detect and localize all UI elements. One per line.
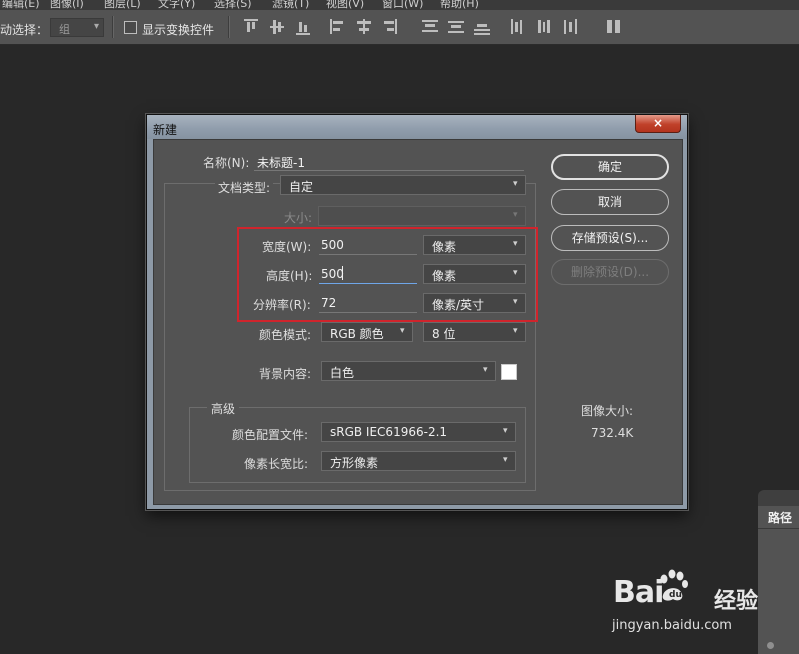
background-color-swatch[interactable]: [501, 364, 517, 380]
distribute-left-icon[interactable]: [510, 18, 526, 36]
auto-align-icon[interactable]: [606, 18, 622, 36]
menu-layer[interactable]: 图层(L): [104, 0, 141, 10]
auto-select-dropdown[interactable]: 组 ▾: [50, 18, 104, 37]
background-value: 白色: [330, 366, 355, 380]
bit-depth-value: 8 位: [432, 327, 456, 341]
chevron-down-icon: ▾: [503, 455, 508, 465]
preset-dropdown[interactable]: 自定 ▾: [280, 175, 526, 195]
dialog-titlebar[interactable]: 新建 ×: [147, 115, 687, 139]
watermark-url: jingyan.baidu.com: [612, 618, 732, 633]
chevron-down-icon: ▾: [513, 210, 518, 220]
name-label: 名称(N):: [203, 156, 250, 170]
chevron-down-icon: ▾: [513, 179, 518, 189]
name-field-underline: [254, 170, 524, 171]
svg-text:du: du: [669, 590, 682, 600]
pixel-aspect-dropdown[interactable]: 方形像素 ▾: [321, 451, 516, 471]
ok-button[interactable]: 确定: [551, 154, 669, 180]
highlight-box: [237, 227, 538, 322]
close-icon: ×: [652, 116, 664, 130]
align-vertical-center-icon[interactable]: [270, 18, 286, 36]
pixel-aspect-value: 方形像素: [330, 456, 379, 470]
color-mode-label: 颜色模式:: [259, 328, 312, 342]
menu-edit[interactable]: 编辑(E): [2, 0, 40, 10]
show-transform-checkbox[interactable]: [124, 21, 137, 34]
show-transform-label: 显示变换控件: [142, 23, 215, 37]
color-mode-dropdown[interactable]: RGB 颜色 ▾: [321, 322, 413, 342]
divider: [228, 16, 230, 38]
size-dropdown[interactable]: ▾: [318, 206, 526, 226]
baidu-jingyan-watermark: Bai du 经验 jingyan.baidu.com: [610, 563, 799, 653]
paths-tab[interactable]: 路径: [758, 506, 799, 528]
distribute-vertical-center-icon[interactable]: [448, 18, 464, 36]
distribute-top-icon[interactable]: [422, 18, 438, 36]
auto-select-value: 组: [59, 23, 70, 36]
color-profile-dropdown[interactable]: sRGB IEC61966-2.1 ▾: [321, 422, 516, 442]
paw-icon: du: [660, 569, 688, 601]
preset-label: 文档类型:: [215, 179, 274, 196]
advanced-label: 高级: [207, 400, 240, 417]
menu-bar: 编辑(E) 图像(I) 图层(L) 文字(Y) 选择(S) 滤镜(T) 视图(V…: [0, 0, 799, 10]
distribute-bottom-icon[interactable]: [474, 18, 490, 36]
align-right-icon[interactable]: [382, 18, 398, 36]
image-size-value: 732.4K: [591, 426, 634, 440]
menu-window[interactable]: 窗口(W): [382, 0, 423, 10]
align-bottom-icon[interactable]: [296, 18, 312, 36]
size-label: 大小:: [284, 211, 313, 225]
background-label: 背景内容:: [259, 367, 312, 381]
chevron-down-icon: ▾: [483, 365, 488, 375]
align-left-icon[interactable]: [330, 18, 346, 36]
options-bar: 动选择： 组 ▾ 显示变换控件: [0, 10, 799, 45]
name-field[interactable]: 未标题-1: [257, 154, 305, 171]
chevron-down-icon: ▾: [400, 326, 405, 336]
image-size-label: 图像大小:: [581, 404, 634, 418]
menu-filter[interactable]: 滤镜(T): [272, 0, 309, 10]
advanced-group: [189, 407, 526, 483]
dialog-title: 新建: [153, 123, 178, 137]
background-dropdown[interactable]: 白色 ▾: [321, 361, 496, 381]
menu-view[interactable]: 视图(V): [326, 0, 364, 10]
color-profile-label: 颜色配置文件:: [232, 428, 309, 442]
color-profile-value: sRGB IEC61966-2.1: [330, 425, 448, 439]
delete-preset-button[interactable]: 删除预设(D)...: [551, 259, 669, 285]
chevron-down-icon: ▾: [513, 326, 518, 336]
align-horizontal-center-icon[interactable]: [356, 18, 372, 36]
align-top-icon[interactable]: [244, 18, 260, 36]
close-button[interactable]: ×: [635, 115, 681, 133]
menu-help[interactable]: 帮助(H): [440, 0, 479, 10]
distribute-horizontal-center-icon[interactable]: [536, 18, 552, 36]
divider: [112, 16, 114, 38]
save-preset-button[interactable]: 存储预设(S)...: [551, 225, 669, 251]
distribute-right-icon[interactable]: [562, 18, 578, 36]
chevron-down-icon: ▾: [503, 426, 508, 436]
chevron-down-icon: ▾: [93, 21, 99, 32]
pixel-aspect-label: 像素长宽比:: [244, 457, 309, 471]
auto-select-label: 动选择：: [0, 23, 49, 37]
color-mode-value: RGB 颜色: [330, 327, 384, 341]
preset-value: 自定: [289, 180, 314, 194]
menu-type[interactable]: 文字(Y): [158, 0, 195, 10]
bit-depth-dropdown[interactable]: 8 位 ▾: [423, 322, 526, 342]
menu-select[interactable]: 选择(S): [214, 0, 252, 10]
watermark-suffix: 经验: [714, 589, 759, 614]
menu-image[interactable]: 图像(I): [50, 0, 84, 10]
cancel-button[interactable]: 取消: [551, 189, 669, 215]
